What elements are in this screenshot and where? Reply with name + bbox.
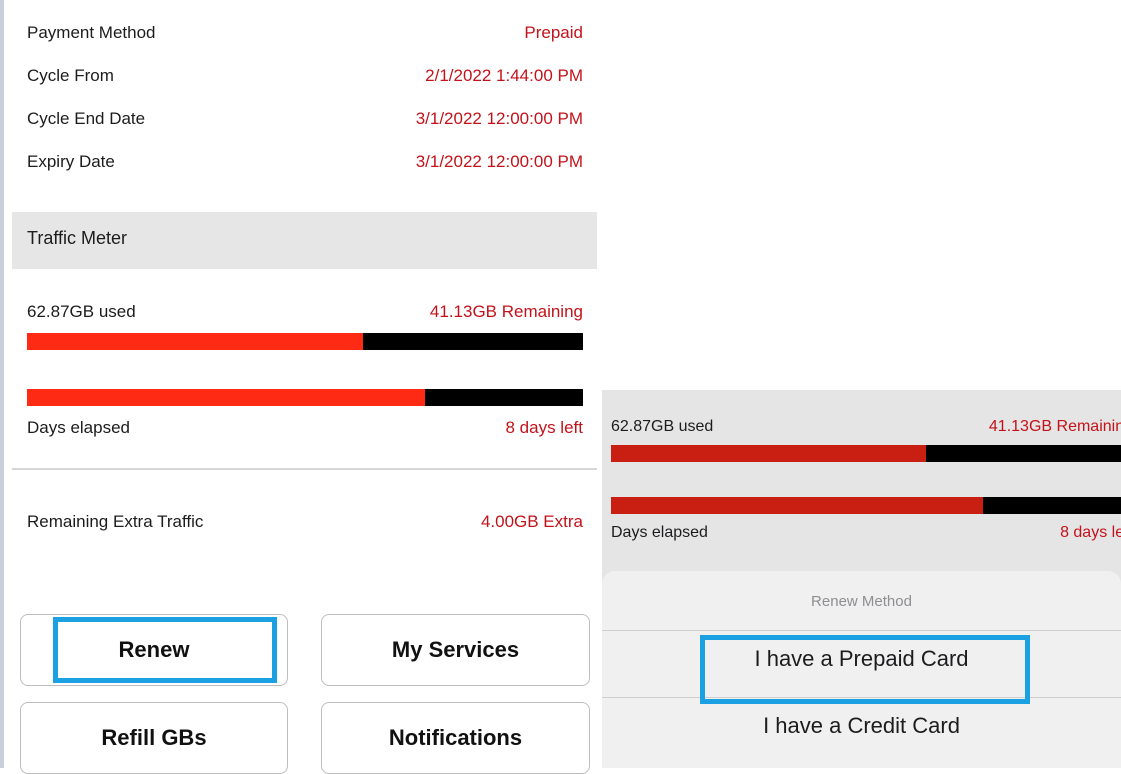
extra-traffic-value: 4.00GB Extra	[480, 512, 583, 531]
left-edge-bar	[0, 0, 4, 768]
refill-gbs-button[interactable]: Refill GBs	[20, 702, 288, 774]
days-elapsed-bar-fill	[27, 389, 425, 406]
overlay-days-left-label: 8 days left	[1060, 524, 1121, 541]
payment-method-label: Payment Method	[27, 23, 156, 42]
overlay-data-usage-bar	[611, 445, 1121, 462]
days-elapsed-label: Days elapsed	[27, 418, 131, 437]
renew-method-overlay: 62.87GB used 41.13GB Remaining Days elap…	[602, 390, 1121, 768]
overlay-days-bar	[611, 497, 1121, 514]
overlay-days-elapsed-label: Days elapsed	[611, 524, 708, 541]
overlay-used-label: 62.87GB used	[611, 418, 714, 435]
renew-method-action-sheet: Renew Method I have a Prepaid Card I hav…	[602, 571, 1121, 768]
credit-card-option[interactable]: I have a Credit Card	[602, 698, 1121, 754]
expiry-row: Expiry Date 3/1/2022 12:00:00 PM	[27, 149, 583, 175]
cycle-from-row: Cycle From 2/1/2022 1:44:00 PM	[27, 63, 583, 89]
overlay-data-usage-bar-fill	[611, 445, 926, 462]
data-usage-bar	[27, 333, 583, 350]
cycle-end-row: Cycle End Date 3/1/2022 12:00:00 PM	[27, 106, 583, 132]
overlay-remaining-label: 41.13GB Remaining	[988, 418, 1121, 435]
expiry-value: 3/1/2022 12:00:00 PM	[415, 152, 583, 171]
overlay-days-bar-fill	[611, 497, 983, 514]
extra-traffic-label: Remaining Extra Traffic	[27, 512, 204, 531]
days-left-label: 8 days left	[505, 418, 584, 437]
cycle-end-label: Cycle End Date	[27, 109, 146, 128]
traffic-meter-header: Traffic Meter	[12, 212, 597, 269]
data-usage-bar-fill	[27, 333, 364, 350]
renew-button[interactable]: Renew	[20, 614, 288, 686]
section-divider	[12, 468, 597, 470]
action-sheet-title: Renew Method	[811, 593, 912, 610]
payment-method-row: Payment Method Prepaid	[27, 20, 583, 46]
days-elapsed-bar	[27, 389, 583, 406]
data-usage-row: 62.87GB used 41.13GB Remaining	[27, 299, 583, 325]
prepaid-card-option[interactable]: I have a Prepaid Card	[602, 631, 1121, 687]
cycle-from-value: 2/1/2022 1:44:00 PM	[425, 66, 583, 85]
extra-traffic-row: Remaining Extra Traffic 4.00GB Extra	[27, 509, 583, 535]
used-label: 62.87GB used	[27, 302, 136, 321]
cycle-end-value: 3/1/2022 12:00:00 PM	[415, 109, 583, 128]
notifications-button[interactable]: Notifications	[321, 702, 590, 774]
expiry-label: Expiry Date	[27, 152, 115, 171]
overlay-usage-row: 62.87GB used 41.13GB Remaining	[611, 414, 1121, 440]
overlay-days-row: Days elapsed 8 days left	[611, 520, 1121, 546]
remaining-label: 41.13GB Remaining	[429, 302, 583, 321]
account-details-screen: Payment Method Prepaid Cycle From 2/1/20…	[0, 0, 597, 774]
days-row: Days elapsed 8 days left	[27, 415, 583, 441]
my-services-button[interactable]: My Services	[321, 614, 590, 686]
traffic-meter-title: Traffic Meter	[27, 228, 128, 248]
cycle-from-label: Cycle From	[27, 66, 114, 85]
payment-method-value: Prepaid	[524, 23, 583, 42]
